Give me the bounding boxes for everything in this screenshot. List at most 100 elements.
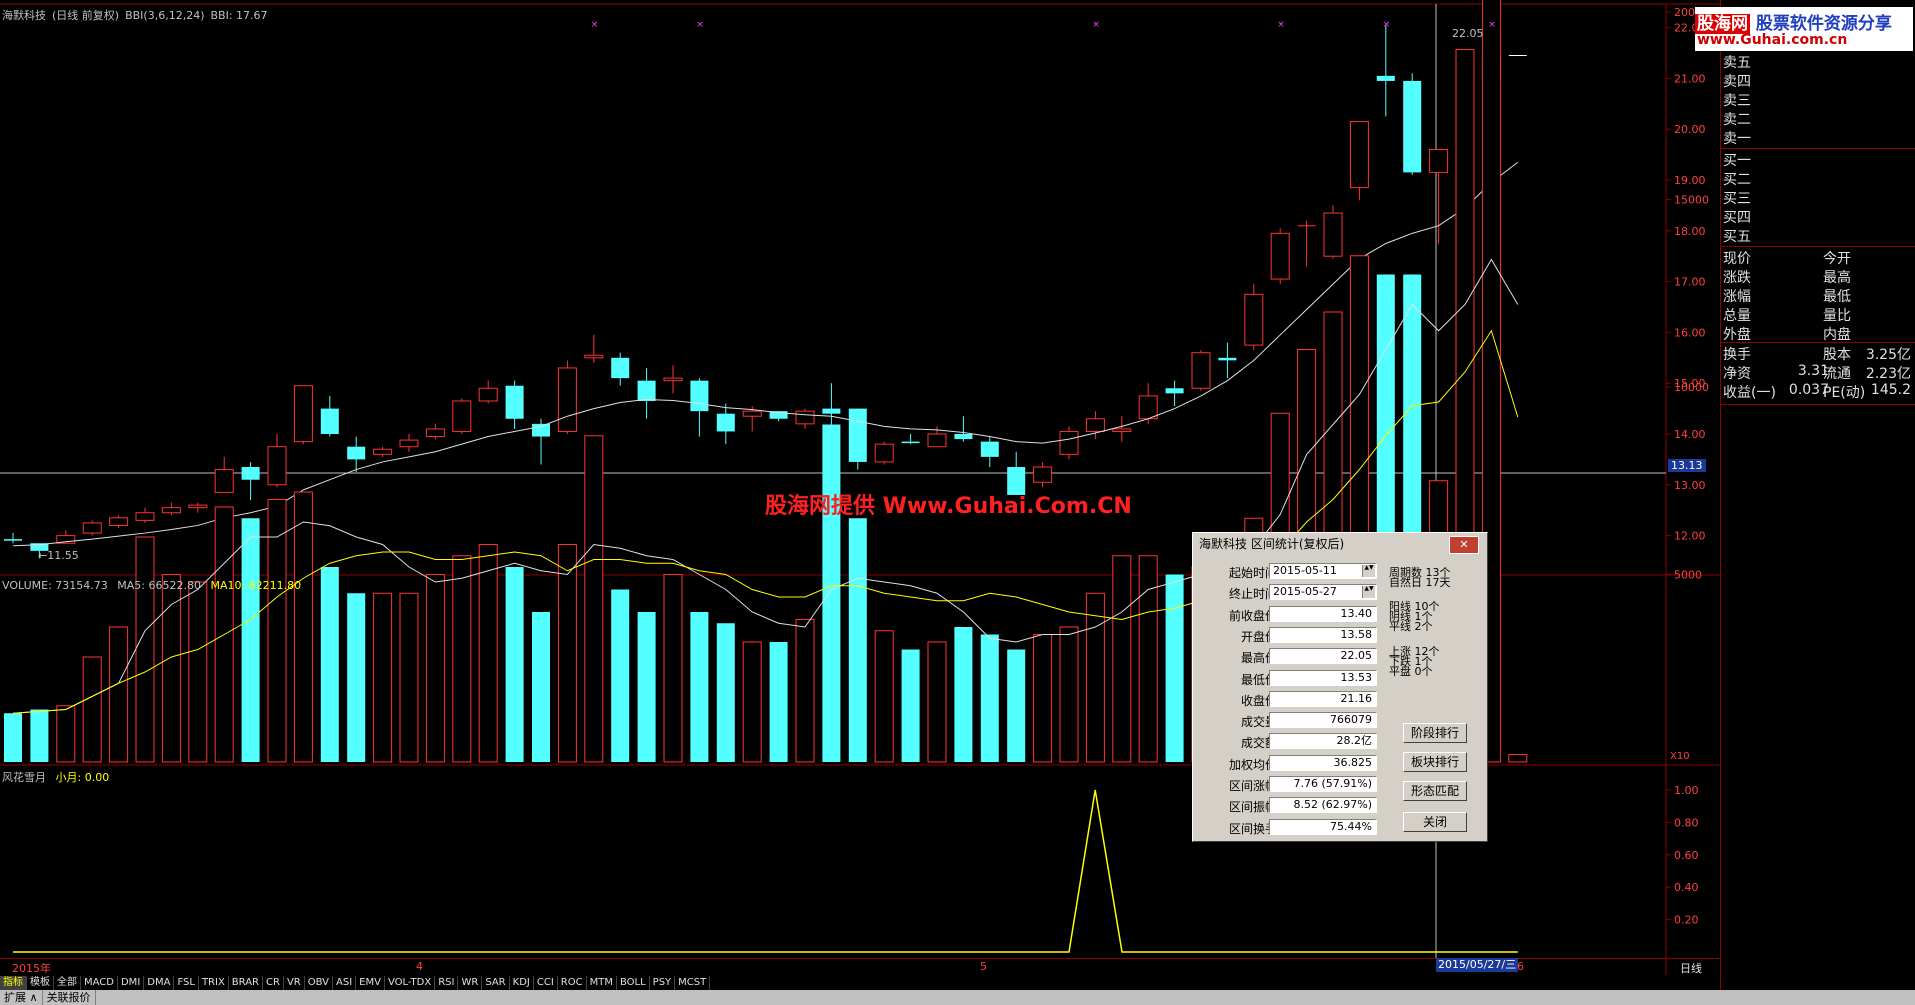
price-tick-label: 17.00 xyxy=(1674,276,1706,289)
volume-ma5: MA5: 66522.80 xyxy=(117,579,201,592)
volume-bar xyxy=(1033,634,1053,763)
tab-psy[interactable]: PSY xyxy=(649,976,676,990)
tab-trix[interactable]: TRIX xyxy=(198,976,229,990)
volume-header: VOLUME: 73154.73 MA5: 66522.80 MA10: 622… xyxy=(2,579,301,592)
tab-mtm[interactable]: MTM xyxy=(586,976,617,990)
tab-cci[interactable]: CCI xyxy=(533,976,558,990)
tab-mcst[interactable]: MCST xyxy=(675,976,711,990)
candle-body xyxy=(505,385,524,419)
tab-asi[interactable]: ASI xyxy=(333,976,357,990)
quote-cell: 2.23亿 xyxy=(1865,366,1911,382)
candle-body xyxy=(82,522,102,534)
field-value: 21.16 xyxy=(1269,690,1377,707)
candle-body xyxy=(188,504,208,509)
stage-rank-button[interactable]: 阶段排行 xyxy=(1403,723,1467,743)
quote-divider-3 xyxy=(1721,404,1915,405)
tab-vol-tdx[interactable]: VOL-TDX xyxy=(384,976,436,990)
close-button[interactable]: 关闭 xyxy=(1403,812,1467,832)
indicator-tick-label: 1.00 xyxy=(1674,784,1699,797)
field-value[interactable]: 2015-05-11 ▲▼ xyxy=(1269,563,1377,579)
buy-level-4: 买四 xyxy=(1723,210,1751,226)
date-month-5: 5 xyxy=(980,960,987,973)
tab-boll[interactable]: BOLL xyxy=(616,976,650,990)
price-tick-label: 14.00 xyxy=(1674,428,1706,441)
field-value: 766079 xyxy=(1269,712,1377,729)
candle-body xyxy=(1138,395,1158,420)
field-value-text: 13.40 xyxy=(1340,606,1373,620)
volume-bar xyxy=(1007,649,1026,762)
tab-sar[interactable]: SAR xyxy=(482,976,510,990)
dialog-close-icon[interactable]: ✕ xyxy=(1449,536,1479,554)
candle-body xyxy=(161,507,181,514)
tab-cr[interactable]: CR xyxy=(263,976,284,990)
tab-brar[interactable]: BRAR xyxy=(228,976,263,990)
tab-vr[interactable]: VR xyxy=(283,976,305,990)
dialog-title-bar[interactable]: 海默科技 区间统计(复权后) ✕ xyxy=(1195,535,1483,554)
pattern-match-button[interactable]: 形态匹配 xyxy=(1403,781,1467,801)
tab-dmi[interactable]: DMI xyxy=(117,976,145,990)
tab-obv[interactable]: OBV xyxy=(304,976,333,990)
tab-模板[interactable]: 模板 xyxy=(27,976,54,990)
related-quote-tab[interactable]: 关联报价 xyxy=(43,990,96,1005)
volume-ma10: MA10: 62211.80 xyxy=(210,579,302,592)
candle-body xyxy=(637,380,656,401)
bottom-bar: 扩展 ∧ 关联报价 xyxy=(0,990,1915,1005)
tab-rsi[interactable]: RSI xyxy=(435,976,459,990)
tab-wr[interactable]: WR xyxy=(458,976,483,990)
quote-cell: PE(动) xyxy=(1823,385,1866,401)
volume-bar xyxy=(848,518,867,762)
field-value-text: 21.16 xyxy=(1340,691,1373,705)
sell-level-1: 卖一 xyxy=(1723,131,1751,147)
tab-全部[interactable]: 全部 xyxy=(54,976,81,990)
indicator-line-label: 小月: 0.00 xyxy=(55,771,110,784)
indicator-tick-label: 0.60 xyxy=(1674,849,1699,862)
field-value: 36.825 xyxy=(1269,754,1377,771)
date-spinner-icon[interactable]: ▲▼ xyxy=(1362,565,1375,577)
range-stats-dialog: 海默科技 区间统计(复权后) ✕ 起始时间 2015-05-11 ▲▼ 终止时间 201… xyxy=(1192,532,1488,842)
volume-bar xyxy=(1138,555,1158,763)
tab-fsl[interactable]: FSL xyxy=(174,976,199,990)
volume-bar xyxy=(478,544,498,763)
price-tick-label: 16.00 xyxy=(1674,326,1706,339)
tab-dma[interactable]: DMA xyxy=(144,976,175,990)
field-value-text: 766079 xyxy=(1330,713,1372,727)
field-value-text: 75.44% xyxy=(1330,819,1372,833)
expand-tab[interactable]: 扩展 ∧ xyxy=(0,990,43,1005)
sell-level-3: 卖三 xyxy=(1723,93,1751,109)
quote-cell: 股本 xyxy=(1823,347,1851,363)
sector-rank-button[interactable]: 板块排行 xyxy=(1403,752,1467,772)
price-tick-label: 12.00 xyxy=(1674,530,1706,543)
volume-bar xyxy=(347,593,366,762)
candle-body xyxy=(954,434,973,440)
tab-指标[interactable]: 指标 xyxy=(0,976,27,990)
tab-kdj[interactable]: KDJ xyxy=(509,976,534,990)
field-value-text: 7.76 (57.91%) xyxy=(1293,777,1372,790)
candle-body xyxy=(1270,232,1290,280)
field-value: 28.2亿 xyxy=(1269,733,1377,750)
volume-bar xyxy=(373,592,393,763)
candle-body xyxy=(874,443,894,463)
buy-level-3: 买三 xyxy=(1723,191,1751,207)
volume-tick-label: 10000 xyxy=(1674,381,1709,394)
price-tick-label: 21.00 xyxy=(1674,72,1706,85)
volume-bar xyxy=(584,435,604,763)
date-spinner-icon[interactable]: ▲▼ xyxy=(1362,586,1375,599)
quote-cell: 总量 xyxy=(1723,308,1751,324)
signal-mark: × xyxy=(696,20,704,30)
volume-bar xyxy=(663,574,683,763)
top-marks-group: × × × × × × xyxy=(591,20,1496,30)
period-label[interactable]: 日线 xyxy=(1680,960,1702,976)
candle-body xyxy=(795,410,815,425)
quote-cell: 涨幅 xyxy=(1723,289,1751,305)
tab-roc[interactable]: ROC xyxy=(557,976,587,990)
candle-body xyxy=(320,408,339,434)
volume-bar xyxy=(1112,555,1132,763)
candle-body xyxy=(293,385,313,443)
volume-unit: X10 xyxy=(1670,751,1690,762)
field-value[interactable]: 2015-05-27 ▲▼ xyxy=(1269,584,1377,601)
candle-body xyxy=(532,423,550,437)
tab-emv[interactable]: EMV xyxy=(356,976,385,990)
tab-macd[interactable]: MACD xyxy=(81,976,118,990)
field-value-text: 28.2亿 xyxy=(1336,734,1373,748)
candle-body xyxy=(241,467,260,480)
